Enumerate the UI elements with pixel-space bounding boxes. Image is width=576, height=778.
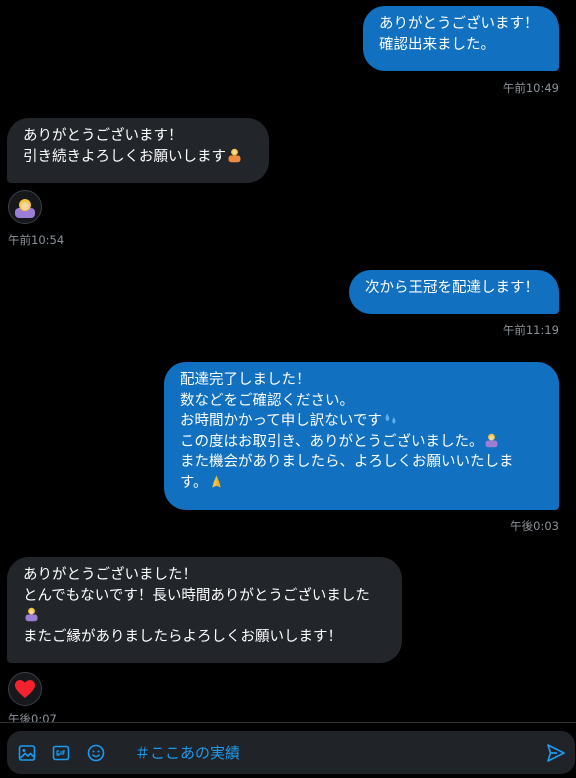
message-timestamp: 午前10:54 <box>8 233 65 247</box>
message-timestamp: 午前10:49 <box>502 81 559 95</box>
message-timestamp: 午後0:03 <box>510 519 559 533</box>
composer-divider <box>0 722 576 723</box>
heart-reaction-icon <box>15 680 35 698</box>
person-bowing-emoji <box>228 148 241 162</box>
message-timestamp: 午前11:19 <box>502 323 559 337</box>
message-composer: ＃ここあの実績 <box>7 731 575 774</box>
message-line: この度はお取引き、ありがとうございました。 <box>180 433 484 450</box>
sweat-droplets-emoji <box>385 413 396 424</box>
message-bubble-outgoing[interactable]: ありがとうございます！ 確認出来ました。 <box>363 6 559 71</box>
message-line: また機会がありましたら、よろしくお願いいたしま <box>180 454 514 470</box>
message-line: 配達完了しました！ <box>180 372 311 388</box>
message-bubble-incoming[interactable]: ありがとうございます！ 引き続きよろしくお願いします <box>7 118 269 183</box>
message-line: とんでもないです！長い時間ありがとうございました <box>23 587 370 604</box>
gif-icon[interactable] <box>51 743 71 763</box>
reaction-badge[interactable] <box>8 672 42 706</box>
message-line: す。 <box>180 474 208 491</box>
message-line: ありがとうございました！ <box>23 567 197 583</box>
message-line: 数などをご確認ください。 <box>180 392 354 409</box>
conversation-thread: ありがとうございます！ 確認出来ました。 午前10:49 ありがとうございます！… <box>0 0 576 722</box>
message-bubble-outgoing[interactable]: 配達完了しました！ 数などをご確認ください。 お時間かかって申し訳ないです この… <box>164 362 559 510</box>
message-input[interactable]: ＃ここあの実績 <box>135 742 240 763</box>
reaction-badge[interactable] <box>8 190 42 224</box>
person-bowing-reaction-icon <box>15 199 35 218</box>
send-icon[interactable] <box>545 742 567 764</box>
image-icon[interactable] <box>17 743 37 763</box>
message-timestamp: 午後0:07 <box>8 712 57 722</box>
person-bowing-emoji <box>25 607 38 622</box>
message-bubble-incoming[interactable]: ありがとうございました！ とんでもないです！長い時間ありがとうございました また… <box>7 557 402 663</box>
message-line: またご縁がありましたらよろしくお願いします！ <box>23 628 342 645</box>
emoji-icon[interactable] <box>86 743 106 763</box>
person-bowing-emoji <box>486 433 498 447</box>
folded-hands-emoji <box>211 475 221 487</box>
message-text: ありがとうございます！ 引き続きよろしくお願いします <box>23 128 226 165</box>
message-line: お時間かかって申し訳ないです <box>180 413 382 429</box>
message-bubble-outgoing[interactable]: 次から王冠を配達します！ <box>349 270 559 314</box>
